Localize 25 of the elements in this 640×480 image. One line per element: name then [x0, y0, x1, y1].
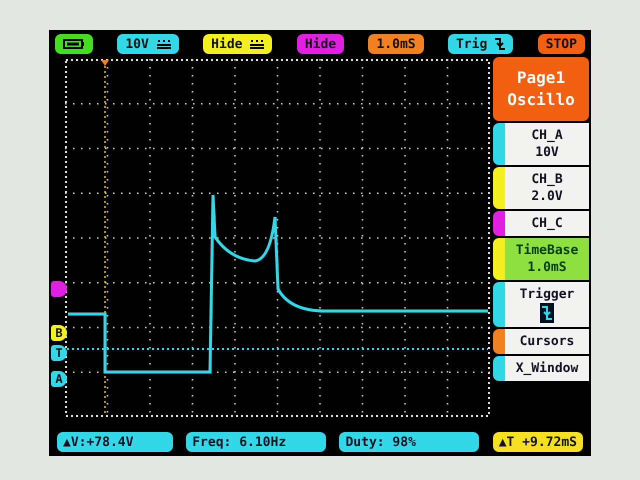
- measurement-readout: Freq: 6.10Hz: [186, 432, 326, 452]
- page-title: Page1 Oscillo: [493, 57, 589, 121]
- falling-edge-icon: [540, 303, 554, 323]
- battery-icon: [63, 39, 85, 49]
- measurement-readout: Duty: 98%: [339, 432, 480, 452]
- menu-item[interactable]: CH_B 2.0V: [493, 167, 589, 209]
- menu-item[interactable]: CH_C: [493, 211, 589, 236]
- menu-item[interactable]: Cursors: [493, 329, 589, 354]
- measurement-readout: ▲V:+78.4V: [57, 432, 173, 452]
- status-button[interactable]: 1.0mS: [368, 34, 424, 54]
- falling-edge-icon: [495, 37, 506, 51]
- trigger-position-marker: [101, 60, 109, 66]
- menu-item[interactable]: TimeBase 1.0mS: [493, 238, 589, 280]
- trigger-button[interactable]: Trig: [448, 34, 514, 54]
- status-button[interactable]: 10V: [117, 34, 179, 54]
- channel-marker: A: [51, 371, 67, 387]
- channel-marker: B: [51, 325, 67, 341]
- measurement-readout: ▲T +9.72mS: [492, 432, 583, 452]
- menu-item[interactable]: CH_A 10V: [493, 123, 589, 165]
- channel-marker: T: [51, 345, 67, 361]
- status-button[interactable]: STOP: [538, 34, 585, 54]
- status-button[interactable]: Hide: [296, 34, 344, 54]
- menu-item[interactable]: X_Window: [493, 356, 589, 381]
- menu-item[interactable]: Trigger: [493, 282, 589, 327]
- status-button[interactable]: Hide: [203, 34, 272, 54]
